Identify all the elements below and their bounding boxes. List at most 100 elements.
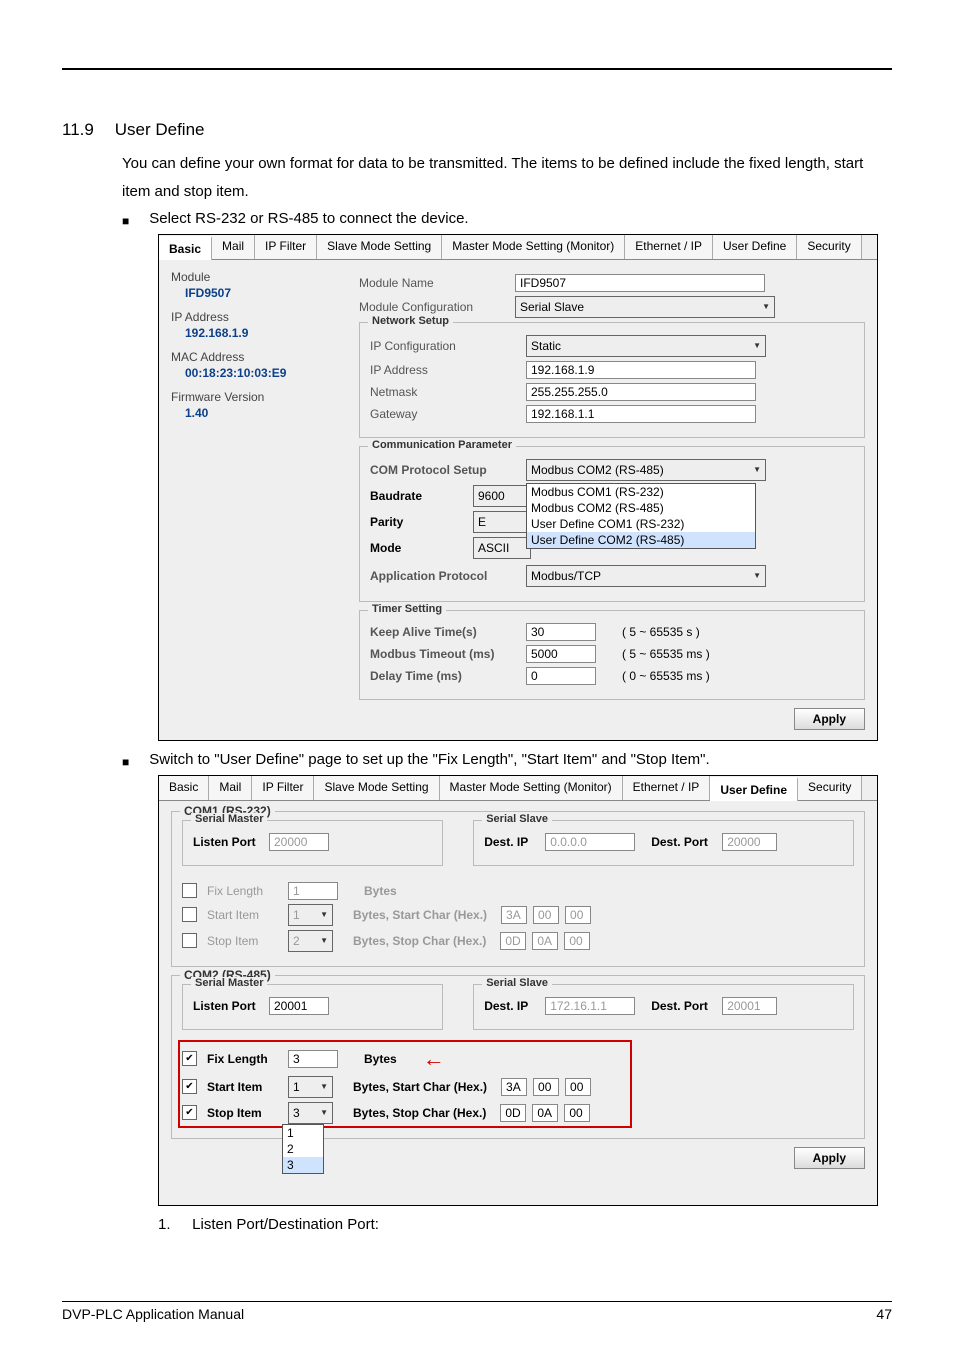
tab-strip: Basic Mail IP Filter Slave Mode Setting … [159, 235, 877, 260]
dropdown-option[interactable]: 1 [283, 1125, 323, 1141]
keepalive-input[interactable]: 30 [526, 623, 596, 641]
module-value: IFD9507 [185, 286, 341, 300]
delay-label: Delay Time (ms) [370, 669, 520, 683]
dropdown-option[interactable]: 2 [283, 1141, 323, 1157]
apply-button[interactable]: Apply [794, 708, 865, 730]
tab-mail[interactable]: Mail [209, 776, 252, 800]
note-number: 1. [158, 1216, 188, 1233]
app-protocol-select[interactable]: Modbus/TCP▼ [526, 565, 766, 587]
start-item-checkbox[interactable] [182, 1079, 197, 1094]
tab-basic[interactable]: Basic [159, 236, 212, 260]
tab-user[interactable]: User Define [710, 777, 798, 801]
serial-slave-title: Serial Slave [482, 977, 552, 989]
stop-char-3[interactable]: 00 [564, 1104, 590, 1122]
apply-button[interactable]: Apply [794, 1147, 865, 1169]
dest-port-input: 20000 [722, 833, 777, 851]
fix-length-input[interactable]: 3 [288, 1050, 338, 1068]
tab-slave[interactable]: Slave Mode Setting [317, 235, 442, 259]
com1-slave: Serial Slave Dest. IP 0.0.0.0 Dest. Port… [473, 820, 854, 866]
chevron-down-icon: ▼ [749, 341, 761, 350]
mac-label: MAC Address [171, 350, 341, 364]
tab-mail[interactable]: Mail [212, 235, 255, 259]
timer-setting-group: Timer Setting Keep Alive Time(s) 30 ( 5 … [359, 610, 865, 700]
serial-master-title: Serial Master [191, 977, 267, 989]
tab-eth[interactable]: Ethernet / IP [625, 235, 713, 259]
bullet-icon: ■ [122, 755, 129, 769]
listen-port-input[interactable]: 20001 [269, 997, 329, 1015]
timeout-input[interactable]: 5000 [526, 645, 596, 663]
parity-select[interactable]: E [473, 511, 531, 533]
stop-char-2: 0A [532, 932, 558, 950]
tab-slave[interactable]: Slave Mode Setting [314, 776, 439, 800]
stop-char-1[interactable]: 0D [500, 1104, 526, 1122]
serial-slave-title: Serial Slave [482, 813, 552, 825]
module-config-select[interactable]: Serial Slave▼ [515, 296, 775, 318]
stop-item-label: Stop Item [207, 1106, 282, 1120]
netmask-input[interactable]: 255.255.255.0 [526, 383, 756, 401]
module-name-label: Module Name [359, 276, 509, 290]
dest-ip-label: Dest. IP [484, 999, 539, 1013]
start-char-1[interactable]: 3A [501, 1078, 527, 1096]
ipaddr-label: IP Address [370, 363, 520, 377]
stop-char-2[interactable]: 0A [532, 1104, 558, 1122]
com-protocol-dropdown[interactable]: Modbus COM1 (RS-232) Modbus COM2 (RS-485… [526, 483, 756, 549]
baudrate-select[interactable]: 9600 [473, 485, 531, 507]
ipaddr-input[interactable]: 192.168.1.9 [526, 361, 756, 379]
dest-port-label: Dest. Port [651, 999, 716, 1013]
dropdown-option[interactable]: User Define COM1 (RS-232) [527, 516, 755, 532]
tab-master[interactable]: Master Mode Setting (Monitor) [440, 776, 623, 800]
note-text: Listen Port/Destination Port: [192, 1216, 379, 1233]
stop-item-checkbox[interactable] [182, 1105, 197, 1120]
tab-user[interactable]: User Define [713, 235, 797, 259]
start-char-label: Bytes, Start Char (Hex.) [353, 1080, 487, 1094]
dest-ip-input: 0.0.0.0 [545, 833, 635, 851]
stop-item-select[interactable]: 3▼ [288, 1102, 333, 1124]
tab-master[interactable]: Master Mode Setting (Monitor) [442, 235, 625, 259]
ipconfig-select[interactable]: Static▼ [526, 335, 766, 357]
dropdown-option[interactable]: User Define COM2 (RS-485) [527, 532, 755, 548]
info-sidebar: Module IFD9507 IP Address 192.168.1.9 MA… [171, 270, 341, 730]
tab-strip: Basic Mail IP Filter Slave Mode Setting … [159, 776, 877, 801]
start-item-label: Start Item [207, 1080, 282, 1094]
fix-length-checkbox[interactable] [182, 1051, 197, 1066]
delay-input[interactable]: 0 [526, 667, 596, 685]
com-protocol-label: COM Protocol Setup [370, 463, 520, 477]
start-item-select[interactable]: 1▼ [288, 1076, 333, 1098]
module-name-input[interactable]: IFD9507 [515, 274, 765, 292]
dropdown-option[interactable]: 3 [283, 1157, 323, 1173]
app-protocol-value: Modbus/TCP [531, 569, 601, 583]
section-heading: 11.9 User Define [62, 120, 892, 140]
start-char-3: 00 [565, 906, 591, 924]
keepalive-range: ( 5 ~ 65535 s ) [622, 625, 700, 639]
mode-select[interactable]: ASCII [473, 537, 531, 559]
network-setup-title: Network Setup [368, 315, 453, 327]
gateway-input[interactable]: 192.168.1.1 [526, 405, 756, 423]
tab-ipfilter[interactable]: IP Filter [252, 776, 314, 800]
stop-item-dropdown[interactable]: 1 2 3 [282, 1124, 324, 1174]
start-char-label: Bytes, Start Char (Hex.) [353, 908, 487, 922]
stop-char-3: 00 [564, 932, 590, 950]
comm-param-title: Communication Parameter [368, 439, 516, 451]
tab-eth[interactable]: Ethernet / IP [623, 776, 711, 800]
start-char-2[interactable]: 00 [533, 1078, 559, 1096]
start-char-3[interactable]: 00 [565, 1078, 591, 1096]
keepalive-label: Keep Alive Time(s) [370, 625, 520, 639]
com-protocol-select[interactable]: Modbus COM2 (RS-485)▼ [526, 459, 766, 481]
tab-basic[interactable]: Basic [159, 776, 209, 800]
tab-security[interactable]: Security [798, 776, 862, 800]
screenshot-basic: Basic Mail IP Filter Slave Mode Setting … [158, 234, 878, 741]
com1-master: Serial Master Listen Port 20000 [182, 820, 443, 866]
stop-char-label: Bytes, Stop Char (Hex.) [353, 1106, 486, 1120]
tab-security[interactable]: Security [797, 235, 861, 259]
bytes-label: Bytes [364, 884, 397, 898]
tab-ipfilter[interactable]: IP Filter [255, 235, 317, 259]
dropdown-option[interactable]: Modbus COM2 (RS-485) [527, 500, 755, 516]
dest-ip-input: 172.16.1.1 [545, 997, 635, 1015]
network-setup-group: Network Setup IP Configuration Static▼ I… [359, 322, 865, 438]
dropdown-option[interactable]: Modbus COM1 (RS-232) [527, 484, 755, 500]
baudrate-value: 9600 [478, 489, 505, 503]
gateway-label: Gateway [370, 407, 520, 421]
com1-group: COM1 (RS-232) Serial Master Listen Port … [171, 811, 865, 967]
section-number: 11.9 [62, 120, 110, 140]
parity-label: Parity [370, 515, 467, 529]
